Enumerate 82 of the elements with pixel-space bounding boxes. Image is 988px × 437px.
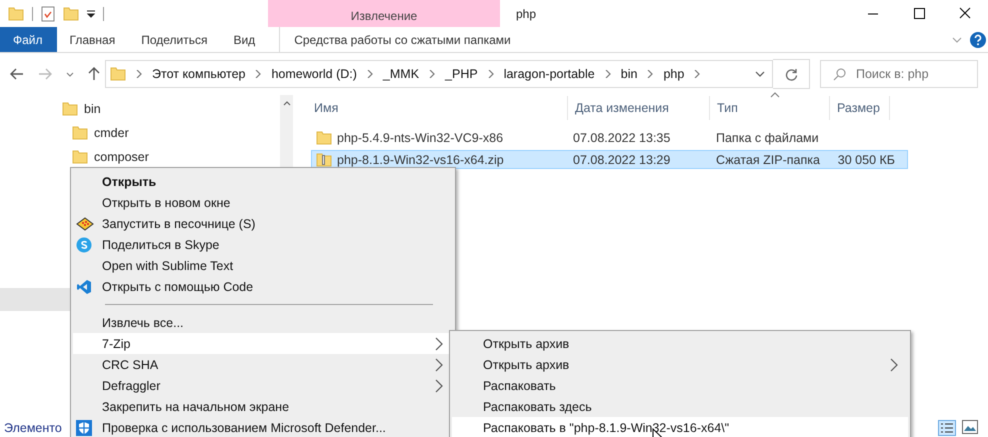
column-header[interactable]: Тип [717, 101, 738, 115]
tree-item[interactable]: composer [94, 150, 149, 164]
chevron-right-icon [429, 70, 436, 78]
address-bar[interactable]: Этот компьютер homeworld (D:) _MMK _PHP laragon-portable bin php [105, 60, 773, 88]
refresh-icon[interactable] [784, 68, 798, 80]
menu-item[interactable]: Открыть архив [452, 354, 908, 375]
context-tab-header: Извлечение [268, 0, 500, 27]
search-icon [833, 68, 846, 80]
skype-icon [76, 236, 92, 252]
menu-item[interactable]: Открыть с помощью Code [73, 276, 453, 297]
customize-dropdown-icon[interactable] [87, 10, 95, 18]
file-name: php-5.4.9-nts-Win32-VC9-x86 [337, 130, 504, 144]
type-cell: Сжатая ZIP-папка [716, 152, 820, 166]
back-arrow-icon[interactable] [10, 68, 24, 80]
breadcrumb-item[interactable]: bin [620, 67, 638, 81]
menu-item[interactable]: Поделиться в Skype [73, 234, 453, 255]
code-editor-icon [76, 278, 92, 294]
folder-icon [8, 6, 24, 22]
search-field[interactable]: Поиск в: php [820, 60, 978, 88]
tree-item[interactable]: cmder [94, 126, 129, 140]
breadcrumb-item[interactable]: Этот компьютер [152, 67, 246, 81]
ribbon-tab[interactable]: Файл [0, 27, 57, 52]
menu-item[interactable]: Закрепить на начальном экране [73, 396, 453, 417]
help-icon[interactable] [970, 32, 986, 48]
folder-icon [316, 130, 332, 146]
recent-dropdown-icon[interactable] [66, 72, 74, 76]
new-folder-icon [63, 6, 79, 22]
scroll-up-icon[interactable] [282, 101, 290, 106]
chevron-right-icon [255, 70, 262, 78]
sandbox-icon [76, 216, 94, 230]
up-arrow-icon[interactable] [88, 67, 100, 81]
details-view-icon[interactable] [938, 420, 956, 436]
file-name: php-8.1.9-Win32-vs16-x64.zip [337, 152, 504, 166]
status-text: Элементо [4, 421, 62, 435]
chevron-right-icon [694, 70, 700, 78]
menu-item[interactable]: Распаковать в "php-8.1.9-Win32-vs16-x64\" [452, 417, 908, 437]
column-header[interactable]: Размер [837, 101, 880, 115]
chevron-right-icon [604, 70, 611, 78]
chevron-right-icon [136, 70, 142, 78]
ribbon-tab[interactable]: Средства работы со сжатыми папками [279, 27, 511, 52]
breadcrumb-item[interactable]: laragon-portable [504, 67, 595, 81]
breadcrumb-item[interactable]: _MMK [382, 67, 420, 81]
dropdown-icon[interactable] [755, 71, 765, 77]
chevron-right-icon [488, 70, 494, 78]
chevron-right-icon [647, 70, 654, 78]
menu-item[interactable]: Распаковать здесь [452, 396, 908, 417]
column-header[interactable]: Имя [314, 101, 338, 115]
folder-icon [110, 66, 126, 82]
ribbon-tab[interactable]: Главная [56, 27, 128, 52]
size-cell: 30 050 КБ [838, 152, 895, 166]
menu-item[interactable]: Defraggler [73, 375, 453, 396]
ribbon-tab[interactable]: Поделиться [128, 27, 220, 52]
window-title: php [516, 6, 536, 20]
file-row[interactable]: php-5.4.9-nts-Win32-VC9-x86 07.08.2022 13:35 Папка с файлами [311, 128, 908, 147]
menu-item[interactable]: Проверка с использованием Microsoft Defender... [73, 417, 453, 437]
shield-icon [76, 420, 92, 436]
properties-icon[interactable] [41, 6, 55, 22]
menu-item[interactable]: Запустить в песочнице (S) [73, 213, 453, 234]
folder-icon [62, 101, 78, 117]
menu-item[interactable]: Open with Sublime Text [73, 255, 453, 276]
column-header[interactable]: Дата изменения [575, 101, 669, 115]
tree-item[interactable]: bin [84, 102, 101, 116]
folder-icon [72, 125, 88, 141]
ribbon-expand-icon[interactable] [952, 36, 962, 42]
menu-item[interactable]: Открыть в новом окне [73, 192, 453, 213]
large-icons-view-icon[interactable] [962, 420, 978, 434]
breadcrumb-item[interactable]: homeworld (D:) [271, 67, 357, 81]
breadcrumb-item[interactable]: php [663, 67, 684, 81]
menu-item[interactable]: Извлечь все... [73, 312, 453, 333]
menu-item[interactable]: CRC SHA [73, 354, 453, 375]
menu-item[interactable]: Открыть архив [452, 333, 908, 354]
breadcrumb-item[interactable]: _PHP [445, 67, 478, 81]
date-cell: 07.08.2022 13:35 [573, 130, 670, 144]
ribbon-tab[interactable]: Вид [220, 27, 268, 52]
menu-item[interactable]: Распаковать [452, 375, 908, 396]
menu-item[interactable]: Открыть [73, 171, 453, 192]
date-cell: 07.08.2022 13:29 [573, 152, 670, 166]
chevron-right-icon [366, 70, 373, 78]
folder-icon [72, 149, 88, 165]
sort-caret-icon [770, 92, 780, 98]
type-cell: Папка с файлами [716, 130, 819, 144]
file-row[interactable]: php-8.1.9-Win32-vs16-x64.zip 07.08.2022 13:29 Сжатая ZIP-папка 30 050 КБ [311, 150, 908, 169]
